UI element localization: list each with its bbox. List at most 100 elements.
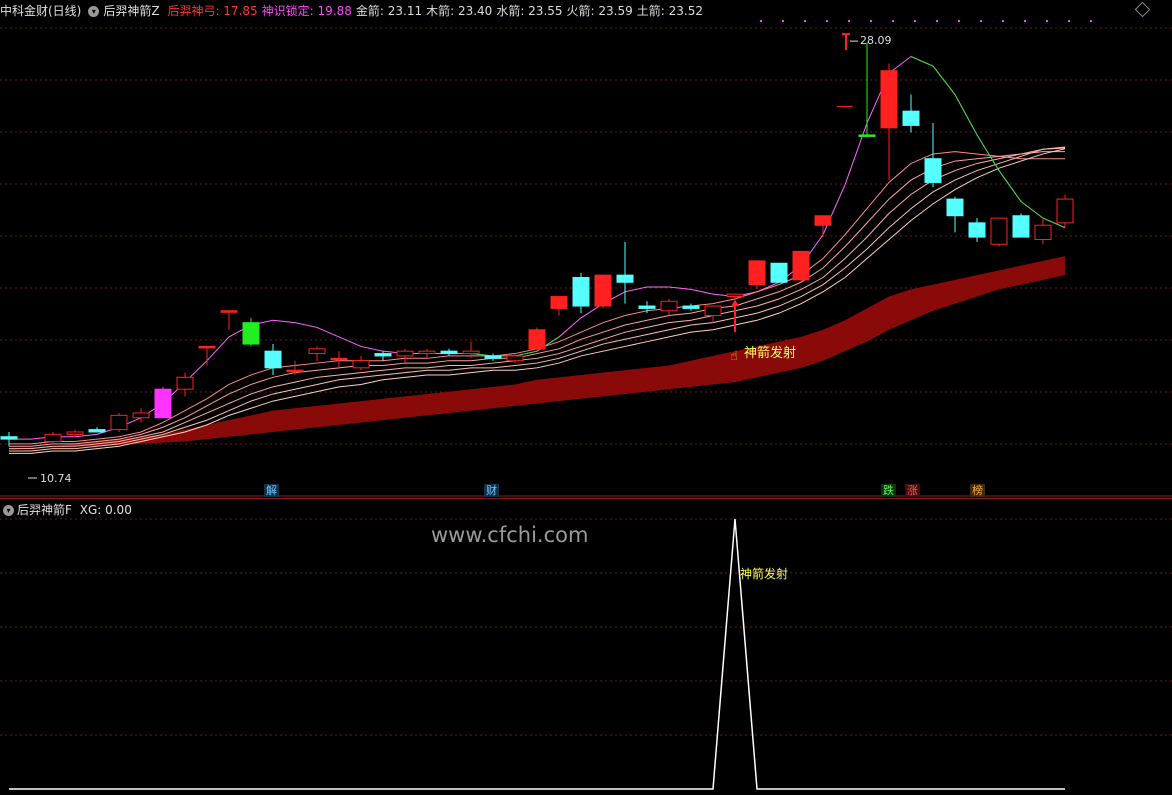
candle-body: [880, 70, 898, 129]
candle: [330, 351, 348, 368]
candle-body: [1056, 198, 1074, 224]
candle: [264, 344, 282, 375]
candle: [814, 215, 832, 238]
candle: [1056, 194, 1074, 228]
marker-dot: [804, 20, 806, 22]
indicator-value-1: 神识锁定: 19.88: [261, 4, 352, 18]
candle-body: [682, 305, 700, 309]
candle: [242, 317, 260, 347]
signal-label-sub: 神箭发射: [740, 567, 789, 581]
candle-body: [220, 310, 238, 313]
xg-line: [9, 518, 1065, 790]
candle-body: [1012, 215, 1030, 238]
candle-body: [462, 350, 480, 355]
candle-body: [396, 350, 414, 357]
candle-body: [550, 296, 568, 309]
candle-body: [352, 360, 370, 369]
candle: [352, 355, 370, 371]
bottom-tag-4[interactable]: 榜: [970, 484, 985, 497]
marker-dot: [782, 20, 784, 22]
candle: [594, 274, 612, 309]
candle: [484, 353, 502, 361]
candle-body: [154, 388, 172, 419]
candle-body: [770, 262, 788, 283]
candle: [220, 310, 238, 330]
main-chart-canvas[interactable]: ☝ 神箭发射 28.09 10.74: [0, 0, 1172, 498]
marker-dot: [1046, 20, 1048, 22]
candle-body: [308, 348, 326, 355]
candle: [858, 42, 876, 137]
candle-body: [418, 350, 436, 355]
marker-dot: [936, 20, 938, 22]
candle-body: [286, 369, 304, 373]
candle-body: [374, 353, 392, 357]
candle: [374, 351, 392, 361]
sub-chart-panel[interactable]: ▾ 后羿神箭F XG: 0.00 www.cfchi.com 神箭发射: [0, 498, 1172, 795]
sub-indicator-value: XG: 0.00: [79, 503, 132, 517]
ma-line-tail: [910, 56, 1066, 229]
candle: [198, 345, 216, 366]
candle-body: [792, 250, 810, 281]
indicator-value-3: 木箭: 23.40: [426, 4, 493, 18]
candle-body: [176, 376, 194, 390]
candle: [1034, 218, 1052, 245]
marker-dot: [1068, 20, 1070, 22]
candle: [990, 217, 1008, 247]
candle: [528, 327, 546, 352]
candle: [792, 250, 810, 283]
candle-body: [506, 355, 524, 362]
candle-body: [814, 215, 832, 226]
bottom-tag-0[interactable]: 解: [264, 484, 279, 497]
candle-body: [638, 305, 656, 309]
marker-dot: [892, 20, 894, 22]
candle: [704, 305, 722, 323]
indicator-dropdown-icon[interactable]: ▾: [88, 6, 100, 17]
candle-body: [110, 414, 128, 431]
marker-dot: [826, 20, 828, 22]
candle: [110, 412, 128, 432]
candle: [946, 196, 964, 233]
candle-body: [660, 300, 678, 312]
candle: [748, 260, 766, 290]
candle-body: [726, 293, 744, 298]
candle: [682, 303, 700, 311]
bottom-tag-3[interactable]: 涨: [905, 484, 920, 497]
marker-dot: [870, 20, 872, 22]
candle: [154, 386, 172, 419]
main-chart-panel[interactable]: ☝ 神箭发射 28.09 10.74 中科金财(日线) ▾ 后羿神箭Z 后羿神弓: 17.…: [0, 0, 1172, 498]
candle: [572, 272, 590, 314]
candle-body: [242, 322, 260, 345]
candle-body: [858, 134, 876, 137]
candle-body: [616, 274, 634, 283]
candle: [880, 63, 898, 181]
bottom-tag-2[interactable]: 跌: [881, 484, 896, 497]
candle: [770, 262, 788, 283]
chart-header: 中科金财(日线) ▾ 后羿神箭Z 后羿神弓: 17.85 神识锁定: 19.88 金箭:…: [0, 2, 711, 20]
candle: [924, 123, 942, 188]
candle: [660, 298, 678, 316]
candle-body: [528, 329, 546, 350]
candle-body: [748, 260, 766, 286]
candle-body: [924, 158, 942, 183]
stock-title[interactable]: 中科金财(日线): [0, 4, 81, 18]
sub-indicator-name[interactable]: 后羿神箭F: [17, 503, 72, 517]
marker-dot: [980, 20, 982, 22]
candle-body: [440, 350, 458, 355]
indicator-dropdown-icon[interactable]: ▾: [3, 505, 14, 516]
candle-body: [330, 357, 348, 361]
candle: [440, 348, 458, 356]
candle: [88, 427, 106, 433]
marker-dot: [760, 20, 762, 22]
marker-dot: [848, 20, 850, 22]
high-label: 28.09: [860, 34, 892, 47]
indicator-name[interactable]: 后羿神箭Z: [103, 4, 159, 18]
candle: [638, 301, 656, 314]
candle-body: [132, 412, 150, 419]
candle-body: [990, 217, 1008, 245]
candle-body: [594, 274, 612, 307]
candle-body: [88, 429, 106, 433]
indicator-value-6: 土箭: 23.52: [636, 4, 703, 18]
indicator-value-2: 金箭: 23.11: [355, 4, 423, 18]
marker-dot: [1024, 20, 1026, 22]
bottom-tag-1[interactable]: 财: [484, 484, 499, 497]
